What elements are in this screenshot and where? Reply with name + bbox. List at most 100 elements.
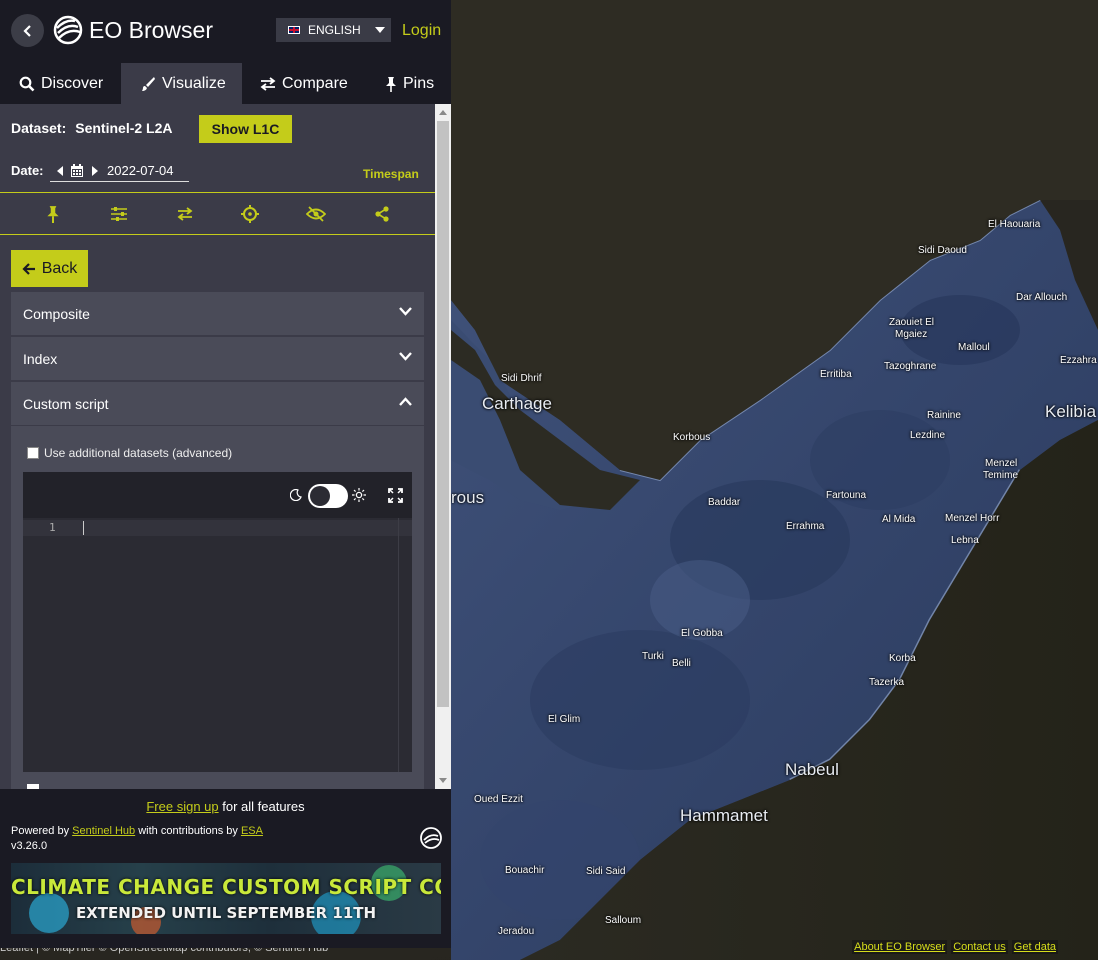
line-number: 1 (49, 521, 56, 534)
map-label: Belli (672, 658, 691, 669)
map-label: Korba (889, 653, 916, 664)
map-label: Menzel (985, 458, 1018, 469)
contest-banner[interactable]: CLIMATE CHANGE CUSTOM SCRIPT CONTEST EXT… (11, 863, 441, 934)
scroll-thumb[interactable] (437, 121, 449, 707)
compare-button[interactable] (175, 204, 195, 224)
hide-layer-button[interactable] (306, 204, 327, 224)
pin-button[interactable] (43, 204, 63, 224)
sentinel-hub-link[interactable]: Sentinel Hub (72, 825, 135, 837)
chevron-down-icon (399, 352, 412, 361)
collapse-sidebar-button[interactable] (11, 14, 44, 47)
previous-date-icon[interactable] (57, 165, 63, 176)
login-link[interactable]: Login (402, 22, 441, 40)
accordion-index[interactable]: Index (11, 337, 424, 380)
next-date-icon[interactable] (92, 165, 98, 176)
tab-discover[interactable]: Discover (0, 63, 121, 104)
map-label: Lebna (951, 535, 979, 546)
map-label: Zaouiet El (889, 317, 935, 328)
code-editor[interactable]: 1 (23, 472, 412, 772)
banner-subtitle: EXTENDED UNTIL SEPTEMBER 11TH (75, 904, 377, 922)
show-l1c-button[interactable]: Show L1C (199, 115, 292, 143)
main-tabs: Discover Visualize Compare Pins (0, 63, 451, 104)
signup-text: for all features (218, 799, 305, 814)
map-label: Kelibia (1045, 402, 1097, 421)
map-label: Turki (642, 651, 664, 662)
dataset-value: Sentinel-2 L2A (75, 120, 173, 136)
panel-scrollbar[interactable] (435, 104, 451, 789)
text-cursor (83, 521, 84, 535)
map-label: Fartouna (826, 490, 867, 501)
accordion-label: Index (23, 350, 58, 367)
scroll-up-icon[interactable] (439, 110, 447, 115)
map-label: Salloum (605, 915, 642, 926)
visualize-panel: Dataset: Sentinel-2 L2A Show L1C Date: 2… (0, 104, 435, 789)
additional-datasets-checkbox[interactable] (27, 447, 39, 459)
crosshair-icon (241, 204, 260, 223)
map-label: Nabeul (785, 760, 839, 779)
effects-button[interactable] (109, 204, 129, 224)
dataset-row: Dataset: Sentinel-2 L2A (11, 120, 173, 136)
compare-icon (177, 206, 193, 221)
uk-flag-icon (288, 26, 300, 34)
tab-pins[interactable]: Pins (367, 63, 451, 104)
map-label: Malloul (958, 342, 990, 353)
editor-toolbar (23, 472, 412, 518)
active-line (23, 520, 412, 536)
tab-visualize[interactable]: Visualize (121, 63, 242, 104)
accordion-label: Composite (23, 305, 90, 322)
pin-icon (47, 205, 59, 223)
map-label: Baddar (708, 497, 741, 508)
powered-by-line: Powered by Sentinel Hub with contributio… (11, 825, 263, 837)
calendar-icon[interactable] (70, 163, 84, 178)
expand-icon[interactable] (388, 488, 403, 503)
eo-browser-logo-icon (53, 15, 83, 45)
brush-icon (142, 76, 155, 91)
share-icon (375, 205, 389, 222)
map-label: El Haouaria (988, 219, 1041, 230)
map-label: Sidi Dhrif (501, 373, 542, 384)
date-label: Date: (11, 163, 44, 178)
about-link[interactable]: About EO Browser (852, 940, 948, 954)
moon-icon (290, 489, 302, 501)
map-label: rous (451, 488, 485, 507)
get-data-link[interactable]: Get data (1011, 940, 1058, 954)
theme-toggle[interactable] (308, 484, 348, 508)
map-label: Al Mida (882, 514, 916, 525)
map-label: Menzel Horr (945, 513, 1000, 524)
contact-link[interactable]: Contact us (951, 940, 1008, 954)
map-label: Bouachir (505, 865, 545, 876)
timespan-toggle[interactable]: Timespan (363, 167, 419, 181)
back-button[interactable]: Back (11, 250, 88, 287)
tab-compare[interactable]: Compare (242, 63, 367, 104)
esa-logo-icon (420, 827, 442, 849)
chevron-down-icon (399, 307, 412, 316)
map-label: Errahma (786, 521, 825, 532)
date-value[interactable]: 2022-07-04 (107, 163, 174, 178)
map-label: Sidi Said (586, 866, 626, 877)
compare-icon (260, 76, 276, 91)
tab-label: Discover (41, 74, 104, 92)
version-label: v3.26.0 (11, 840, 48, 852)
tab-label: Visualize (162, 74, 226, 92)
map-label: Temime (983, 470, 1019, 481)
app-title: EO Browser (89, 17, 213, 43)
chevron-left-icon (22, 24, 31, 37)
accordion-custom-script[interactable]: Custom script (11, 382, 424, 425)
map-label: Jeradou (498, 926, 535, 937)
back-label: Back (41, 259, 78, 277)
zoom-to-tile-button[interactable] (240, 204, 260, 224)
accordion-label: Custom script (23, 395, 109, 412)
scroll-down-icon[interactable] (439, 778, 447, 783)
map-label: Rainine (927, 410, 961, 421)
custom-script-body: Use additional datasets (advanced) 1 (11, 426, 424, 789)
date-picker: 2022-07-04 (50, 160, 189, 182)
language-select[interactable]: ENGLISH (276, 18, 391, 42)
free-signup-link[interactable]: Free sign up (146, 799, 218, 814)
share-button[interactable] (372, 204, 392, 224)
chevron-up-icon (399, 397, 412, 406)
accordion-composite[interactable]: Composite (11, 292, 424, 335)
map-label: Tazerka (869, 677, 905, 688)
map-label: Mgaiez (895, 329, 928, 340)
esa-link[interactable]: ESA (241, 825, 263, 837)
map-label: Ezzahra (1060, 355, 1097, 366)
